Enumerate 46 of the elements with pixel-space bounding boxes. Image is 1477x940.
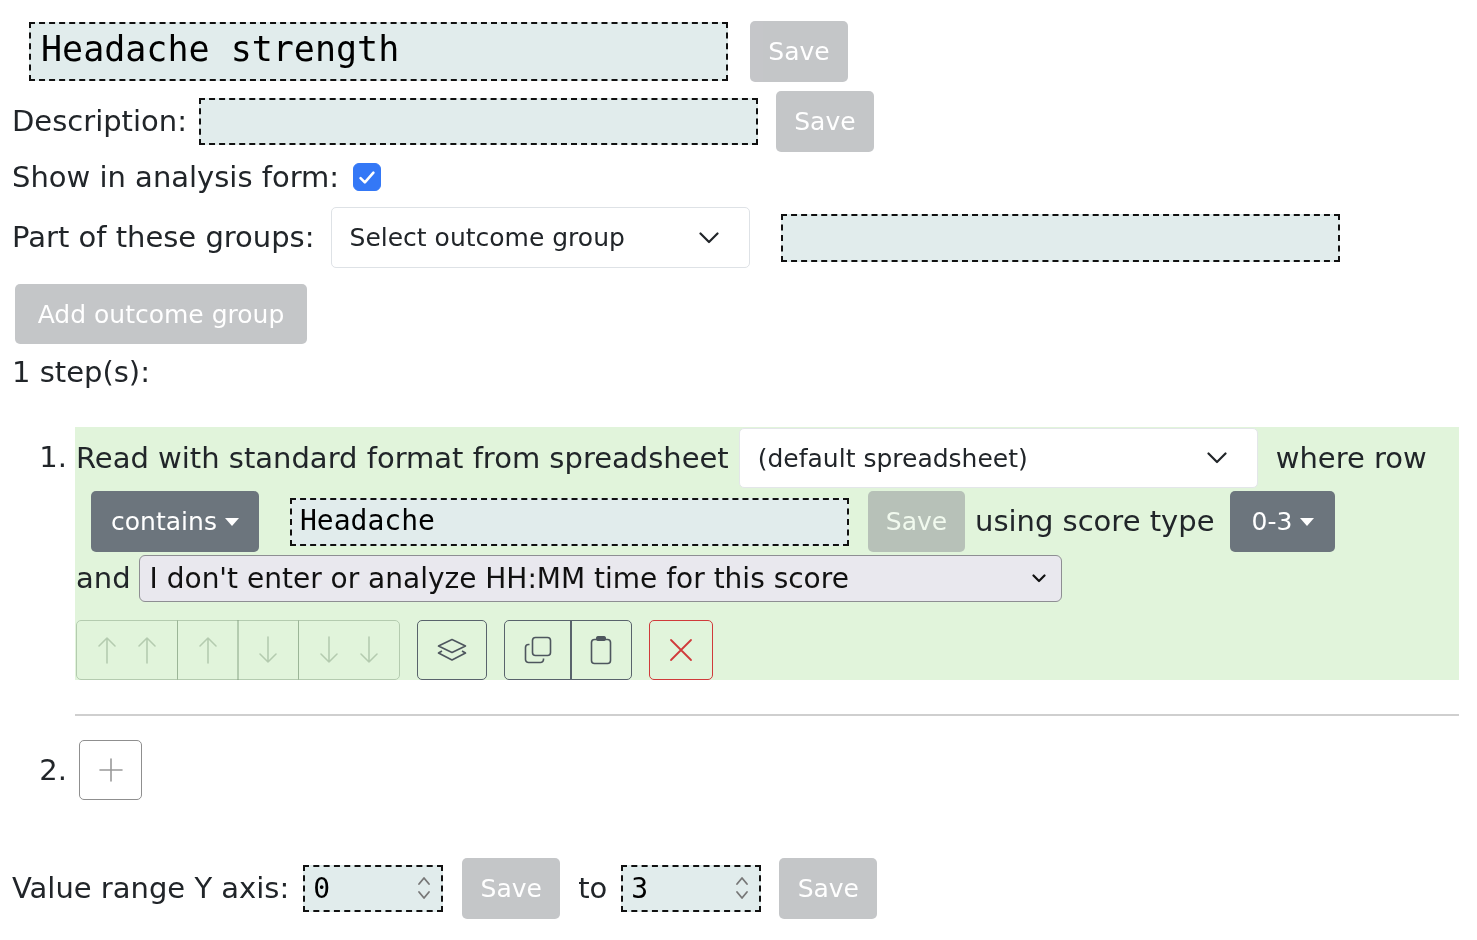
up-down-chevron-icon [417,875,432,901]
checkmark-icon [358,169,377,185]
double-down-arrow-icon [317,636,380,664]
max-value-field[interactable]: 3 [621,865,762,912]
caret-down-icon [1300,517,1315,526]
chevron-down-icon [1031,574,1046,583]
clipboard-icon [590,635,612,665]
score-type-dropdown-button[interactable]: 0-3 [1230,491,1336,552]
step-number: 1. [39,439,67,475]
add-step-button[interactable] [79,740,142,800]
layers-button[interactable] [416,620,487,680]
show-in-analysis-checkbox[interactable] [353,163,382,191]
up-down-chevron-icon [735,875,750,901]
to-text: to [578,871,608,906]
description-field[interactable] [198,97,758,145]
copy-button[interactable] [503,620,572,680]
copy-icon [523,636,552,664]
spreadsheet-select[interactable]: (default spreadsheet) [738,428,1258,488]
y-axis-range-label: Value range Y axis: [12,871,290,906]
delete-button[interactable] [649,620,713,680]
where-row-text: where row [1275,440,1427,476]
score-type-text: using score type [975,504,1215,539]
step-number: 2. [39,752,67,788]
chevron-down-icon [1206,452,1227,464]
min-value-field[interactable]: 0 [303,865,444,912]
chevron-down-icon [698,231,719,244]
description-label: Description: [12,103,187,139]
down-arrow-icon [257,636,279,664]
match-value-field[interactable]: Headache [290,497,849,546]
time-select[interactable]: I don't enter or analyze HH:MM time for this score [138,555,1062,602]
double-up-arrow-icon [96,636,158,664]
match-dropdown-button[interactable]: contains [91,491,259,552]
show-in-analysis-label: Show in analysis form: [12,159,340,195]
steps-count-label: 1 step(s): [12,354,150,390]
caret-down-icon [224,517,239,526]
and-text: and [76,561,131,596]
plus-icon [98,758,123,782]
up-arrow-icon [196,636,219,664]
layers-icon [436,638,467,662]
outcome-name-field[interactable]: Headache strength [29,21,728,81]
paste-button[interactable] [570,620,632,680]
groups-label: Part of these groups: [12,220,315,255]
x-icon [669,638,693,662]
new-group-field[interactable] [780,213,1340,262]
step-source-text: Read with standard format from spreadsheet [76,440,729,476]
outcome-group-select[interactable]: Select outcome group [330,207,750,268]
